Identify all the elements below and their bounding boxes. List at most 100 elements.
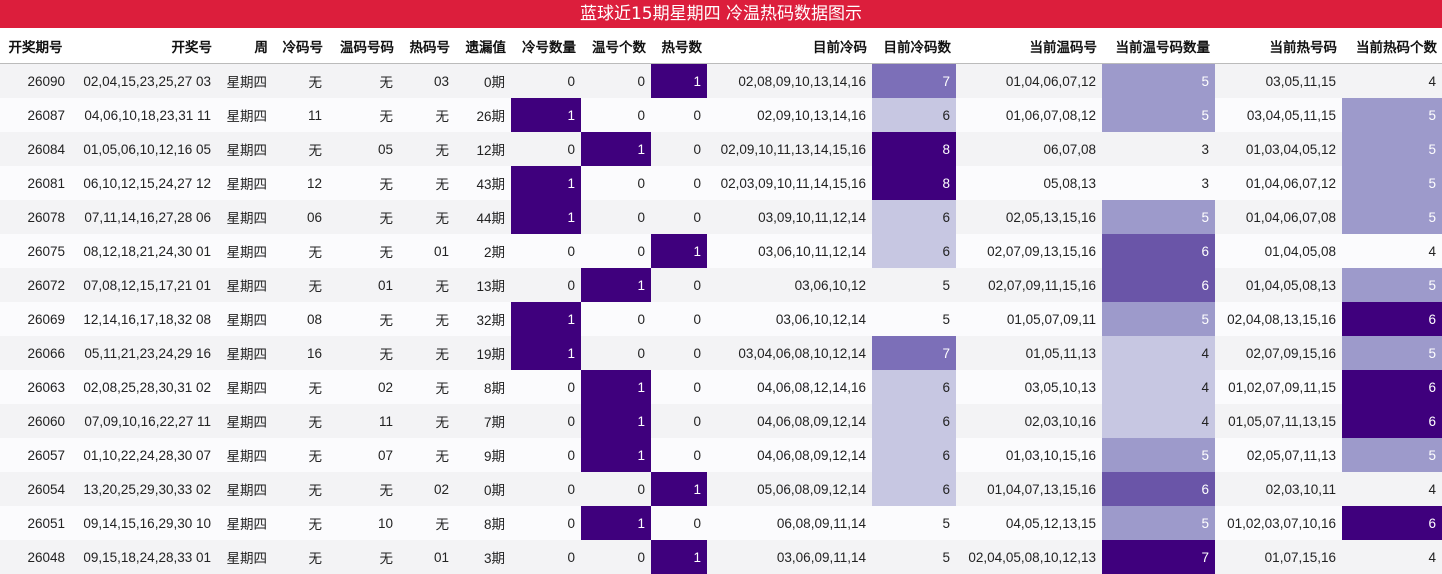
warm-count-cell: 0	[581, 540, 651, 574]
cold-cell: 无	[273, 540, 328, 574]
table-row: 26051 09,14,15,16,29,30 10 星期四无 10 无 8期 0 1 0 06,…	[0, 506, 1442, 540]
cur-cold-count-cell: 8	[872, 132, 956, 166]
cur-hot-count-cell: 6	[1342, 404, 1442, 438]
cur-cold-count-cell: 8	[872, 166, 956, 200]
hot-cell: 无	[399, 302, 455, 336]
table-row: 26054 13,20,25,29,30,33 02 星期四无无 02 0期 0 0 1 05,…	[0, 472, 1442, 506]
col-header-cur-cold[interactable]: 目前冷码	[707, 28, 872, 64]
col-header-numbers[interactable]: 开奖号	[71, 28, 217, 64]
hot-count-cell: 0	[651, 302, 707, 336]
warm-cell: 无	[328, 200, 399, 234]
col-header-cur-hot[interactable]: 当前热号码	[1215, 28, 1342, 64]
issue-cell: 26048	[0, 540, 71, 574]
numbers-cell: 02,04,15,23,25,27 03	[71, 63, 217, 98]
issue-cell: 26081	[0, 166, 71, 200]
cur-hot-cell: 01,05,07,11,13,15	[1215, 404, 1342, 438]
table-row: 26057 01,10,22,24,28,30 07 星期四无 07 无 9期 0 1 0 04,…	[0, 438, 1442, 472]
cold-count-cell: 0	[511, 132, 581, 166]
cur-hot-cell: 02,04,08,13,15,16	[1215, 302, 1342, 336]
cur-hot-count-cell: 5	[1342, 200, 1442, 234]
col-header-cold[interactable]: 冷码号	[273, 28, 328, 64]
cold-count-cell: 0	[511, 370, 581, 404]
cur-cold-cell: 03,06,10,11,12,14	[707, 234, 872, 268]
header-row: 开奖期号 开奖号 周 冷码号 温码号码 热码号 遗漏值 冷号数量 温号个数 热号…	[0, 28, 1442, 64]
cur-cold-cell: 06,08,09,11,14	[707, 506, 872, 540]
col-header-warm[interactable]: 温码号码	[328, 28, 399, 64]
warm-count-cell: 1	[581, 404, 651, 438]
cur-warm-count-cell: 3	[1102, 132, 1215, 166]
table-row: 26078 07,11,14,16,27,28 06 星期四 06 无无 44期 1 0 0 03…	[0, 200, 1442, 234]
cold-count-cell: 1	[511, 302, 581, 336]
issue-cell: 26063	[0, 370, 71, 404]
col-header-hot-count[interactable]: 热号数	[651, 28, 707, 64]
cold-cell: 12	[273, 166, 328, 200]
warm-cell: 无	[328, 63, 399, 98]
col-header-warm-count[interactable]: 温号个数	[581, 28, 651, 64]
cold-cell: 无	[273, 63, 328, 98]
omission-cell: 0期	[455, 472, 511, 506]
omission-cell: 8期	[455, 370, 511, 404]
week-cell: 星期四	[217, 336, 273, 370]
cur-warm-count-cell: 5	[1102, 506, 1215, 540]
week-cell: 星期四	[217, 540, 273, 574]
cur-hot-cell: 01,07,15,16	[1215, 540, 1342, 574]
warm-cell: 无	[328, 98, 399, 132]
issue-cell: 26057	[0, 438, 71, 472]
cur-warm-count-cell: 4	[1102, 370, 1215, 404]
cur-warm-cell: 01,03,10,15,16	[956, 438, 1102, 472]
omission-cell: 3期	[455, 540, 511, 574]
warm-cell: 无	[328, 336, 399, 370]
col-header-cur-warm-count[interactable]: 当前温号码数量	[1102, 28, 1215, 64]
hot-cell: 01	[399, 234, 455, 268]
cur-hot-cell: 01,03,04,05,12	[1215, 132, 1342, 166]
warm-count-cell: 0	[581, 63, 651, 98]
issue-cell: 26090	[0, 63, 71, 98]
col-header-cur-cold-count[interactable]: 目前冷码数	[872, 28, 956, 64]
col-header-cur-hot-count[interactable]: 当前热码个数	[1342, 28, 1442, 64]
issue-cell: 26084	[0, 132, 71, 166]
col-header-cur-warm[interactable]: 当前温码号	[956, 28, 1102, 64]
cur-cold-count-cell: 6	[872, 438, 956, 472]
cur-hot-cell: 01,04,05,08,13	[1215, 268, 1342, 302]
cur-warm-cell: 05,08,13	[956, 166, 1102, 200]
hot-cell: 无	[399, 200, 455, 234]
cold-count-cell: 0	[511, 268, 581, 302]
table-row: 26072 07,08,12,15,17,21 01 星期四无 01 无 13期 0 1 0 03…	[0, 268, 1442, 302]
issue-cell: 26054	[0, 472, 71, 506]
hot-count-cell: 0	[651, 200, 707, 234]
table-row: 26066 05,11,21,23,24,29 16 星期四 16 无无 19期 1 0 0 03…	[0, 336, 1442, 370]
issue-cell: 26075	[0, 234, 71, 268]
numbers-cell: 01,10,22,24,28,30 07	[71, 438, 217, 472]
omission-cell: 32期	[455, 302, 511, 336]
warm-count-cell: 0	[581, 200, 651, 234]
cur-cold-count-cell: 7	[872, 336, 956, 370]
warm-count-cell: 0	[581, 302, 651, 336]
table-row: 26087 04,06,10,18,23,31 11 星期四 11 无无 26期 1 0 0 02…	[0, 98, 1442, 132]
week-cell: 星期四	[217, 166, 273, 200]
numbers-cell: 04,06,10,18,23,31 11	[71, 98, 217, 132]
cur-warm-count-cell: 7	[1102, 540, 1215, 574]
omission-cell: 43期	[455, 166, 511, 200]
cold-cell: 08	[273, 302, 328, 336]
week-cell: 星期四	[217, 132, 273, 166]
cur-warm-cell: 02,04,05,08,10,12,13	[956, 540, 1102, 574]
cur-cold-count-cell: 5	[872, 268, 956, 302]
col-header-cold-count[interactable]: 冷号数量	[511, 28, 581, 64]
cur-hot-cell: 02,03,10,11	[1215, 472, 1342, 506]
cur-cold-count-cell: 6	[872, 234, 956, 268]
hot-count-cell: 0	[651, 370, 707, 404]
issue-cell: 26072	[0, 268, 71, 302]
col-header-issue[interactable]: 开奖期号	[0, 28, 71, 64]
cur-hot-cell: 02,07,09,15,16	[1215, 336, 1342, 370]
table-row: 26069 12,14,16,17,18,32 08 星期四 08 无无 32期 1 0 0 03…	[0, 302, 1442, 336]
warm-count-cell: 1	[581, 438, 651, 472]
hot-count-cell: 1	[651, 472, 707, 506]
hot-cell: 无	[399, 132, 455, 166]
cold-count-cell: 0	[511, 404, 581, 438]
numbers-cell: 08,12,18,21,24,30 01	[71, 234, 217, 268]
col-header-week[interactable]: 周	[217, 28, 273, 64]
warm-count-cell: 0	[581, 336, 651, 370]
col-header-omission[interactable]: 遗漏值	[455, 28, 511, 64]
cold-cell: 无	[273, 438, 328, 472]
col-header-hot[interactable]: 热码号	[399, 28, 455, 64]
